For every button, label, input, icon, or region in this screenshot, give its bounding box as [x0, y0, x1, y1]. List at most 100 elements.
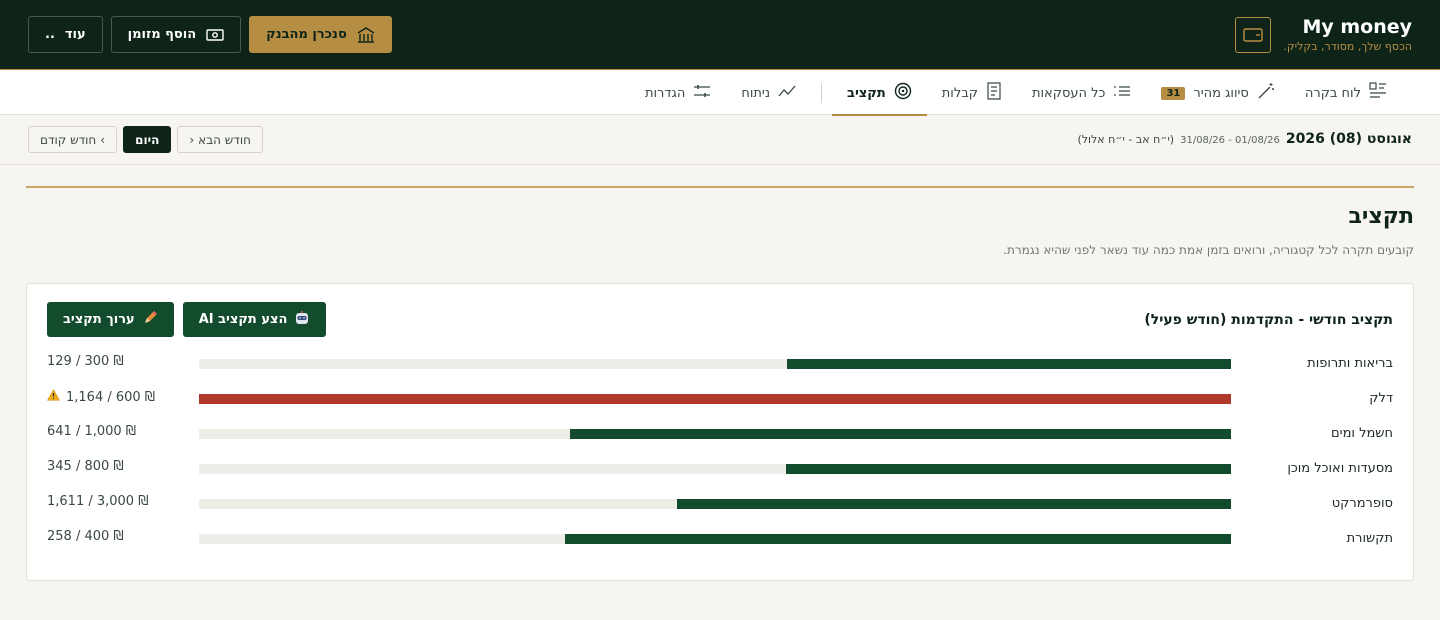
- sync-bank-label: סנכרן מהבנק: [266, 27, 347, 42]
- budget-row-label: בריאות ותרופות: [1307, 356, 1393, 371]
- budget-row[interactable]: בריאות ותרופות 129 / 300 ₪: [47, 346, 1393, 381]
- section-divider: [26, 186, 1414, 188]
- top-actions: עוד .. הוסף מזומן סנכרן מהבנק: [28, 16, 392, 53]
- tab-all-transactions-label: כל העסקאות: [1031, 85, 1106, 101]
- budget-icon: [894, 82, 912, 104]
- period-label: אוגוסט (08) 2026 01/08/26 - 31/08/26 (י״…: [1078, 131, 1412, 147]
- budget-row[interactable]: סופרמרקט 1,611 / 3,000 ₪: [47, 486, 1393, 521]
- wand-icon: [1257, 82, 1275, 104]
- budget-row-amount: 258 / 400 ₪: [47, 529, 124, 544]
- dashboard-icon: [1369, 82, 1387, 104]
- budget-row[interactable]: דלק 1,164 / 600 ₪: [47, 381, 1393, 416]
- robot-icon: [294, 310, 310, 330]
- budget-progress-fill: [787, 359, 1231, 369]
- budget-amount-text: 258 / 400 ₪: [47, 529, 124, 544]
- budget-row-amount: 1,164 / 600 ₪: [47, 389, 155, 405]
- prev-month-label: חודש קודם: [40, 132, 97, 147]
- tab-receipts-label: קבלות: [941, 85, 978, 101]
- budget-progress-track: [199, 464, 1231, 474]
- page-subtitle: קובעים תקרה לכל קטגוריה, ורואים בזמן אמת…: [1003, 243, 1414, 257]
- receipt-icon: [986, 82, 1002, 104]
- budget-row[interactable]: תקשורת 258 / 400 ₪: [47, 521, 1393, 556]
- pencil-icon: [142, 310, 158, 330]
- sync-bank-button[interactable]: סנכרן מהבנק: [249, 16, 392, 53]
- main-nav: לוח בקרה סיווג מהיר 31 כל העסקאות קבלות: [0, 71, 1440, 116]
- bank-icon: [357, 26, 375, 43]
- budget-progress-track: [199, 534, 1231, 544]
- edit-budget-label: ערוך תקציב: [63, 312, 135, 327]
- budget-progress-track: [199, 394, 1231, 404]
- brand[interactable]: My money הכסף שלך, מסודר, בקליק.: [1235, 16, 1412, 54]
- budget-progress-fill: [676, 499, 1231, 509]
- page-title: תקציב: [1348, 204, 1414, 229]
- tab-settings-label: הגדרות: [644, 85, 686, 101]
- ai-suggest-budget-label: הצע תקציב AI: [198, 312, 288, 327]
- budget-row-label: דלק: [1369, 391, 1393, 406]
- add-cash-label: הוסף מזומן: [127, 27, 197, 42]
- budget-card-actions: ערוך תקציב הצע תקציב AI: [47, 302, 327, 337]
- budget-progress-fill: [199, 394, 1231, 404]
- tab-analysis-label: ניתוח: [741, 85, 771, 101]
- budget-row-amount: 129 / 300 ₪: [47, 354, 124, 369]
- budget-progress-card: תקציב חודשי - התקדמות (חודש פעיל) ערוך ת…: [26, 283, 1414, 581]
- budget-row-amount: 345 / 800 ₪: [47, 459, 124, 474]
- budget-row-label: חשמל ומים: [1331, 426, 1393, 441]
- ai-suggest-budget-button[interactable]: הצע תקציב AI: [182, 302, 327, 337]
- budget-rows: בריאות ותרופות 129 / 300 ₪ דלק 1,164 / 600 …: [47, 346, 1393, 556]
- tab-all-transactions[interactable]: כל העסקאות: [1017, 71, 1146, 115]
- budget-row-amount: 641 / 1,000 ₪: [47, 424, 136, 439]
- chevron-right-icon: ›: [100, 132, 106, 147]
- nav-tabs: לוח בקרה סיווג מהיר 31 כל העסקאות קבלות: [630, 71, 1402, 116]
- tab-dashboard[interactable]: לוח בקרה: [1290, 71, 1402, 115]
- wallet-icon: [1235, 17, 1272, 53]
- budget-progress-fill: [785, 464, 1231, 474]
- budget-progress-track: [199, 429, 1231, 439]
- budget-progress-track: [199, 499, 1231, 509]
- cash-icon: [206, 28, 224, 42]
- dots-icon: ..: [45, 27, 55, 42]
- today-button[interactable]: היום: [123, 126, 172, 153]
- warning-icon: [47, 389, 60, 405]
- chevron-left-icon: ‹: [189, 132, 195, 147]
- budget-amount-text: 129 / 300 ₪: [47, 354, 124, 369]
- tab-quick-classify[interactable]: סיווג מהיר 31: [1146, 71, 1289, 115]
- tab-settings[interactable]: הגדרות: [630, 71, 726, 115]
- brand-subtitle: הכסף שלך, מסודר, בקליק.: [1283, 40, 1412, 53]
- prev-month-button[interactable]: › חודש קודם: [28, 126, 118, 153]
- tab-budget-label: תקציב: [847, 85, 886, 101]
- period-title: אוגוסט (08) 2026: [1285, 131, 1412, 147]
- top-bar: My money הכסף שלך, מסודר, בקליק. עוד .. …: [0, 0, 1440, 70]
- tab-receipts[interactable]: קבלות: [927, 71, 1017, 115]
- unclassified-count-badge: 31: [1161, 86, 1186, 100]
- more-label: עוד: [64, 27, 86, 42]
- next-month-button[interactable]: חודש הבא ‹: [177, 126, 263, 153]
- tab-dashboard-label: לוח בקרה: [1304, 85, 1361, 101]
- period-hebrew-date: (י״ח אב - י״ח אלול): [1077, 133, 1175, 146]
- edit-budget-button[interactable]: ערוך תקציב: [47, 302, 174, 337]
- budget-amount-text: 1,611 / 3,000 ₪: [47, 494, 149, 509]
- next-month-label: חודש הבא: [198, 132, 251, 147]
- budget-amount-text: 345 / 800 ₪: [47, 459, 124, 474]
- period-range: 01/08/26 - 31/08/26: [1180, 135, 1280, 146]
- budget-row[interactable]: חשמל ומים 641 / 1,000 ₪: [47, 416, 1393, 451]
- add-cash-button[interactable]: הוסף מזומן: [110, 16, 242, 53]
- budget-card-title: תקציב חודשי - התקדמות (חודש פעיל): [1144, 312, 1393, 328]
- budget-amount-text: 641 / 1,000 ₪: [47, 424, 137, 439]
- tab-analysis[interactable]: ניתוח: [726, 71, 811, 115]
- budget-progress-fill: [565, 534, 1231, 544]
- budget-row-label: תקשורת: [1346, 531, 1393, 546]
- budget-progress-fill: [569, 429, 1231, 439]
- budget-row[interactable]: מסעדות ואוכל מוכן 345 / 800 ₪: [47, 451, 1393, 486]
- tab-quick-classify-label: סיווג מהיר: [1193, 85, 1249, 101]
- budget-progress-track: [199, 359, 1231, 369]
- period-bar: אוגוסט (08) 2026 01/08/26 - 31/08/26 (י״…: [0, 115, 1440, 165]
- budget-row-label: מסעדות ואוכל מוכן: [1287, 461, 1393, 476]
- list-icon: [1113, 84, 1131, 102]
- budget-row-amount: 1,611 / 3,000 ₪: [47, 494, 148, 509]
- trend-icon: [778, 84, 796, 102]
- budget-row-label: סופרמרקט: [1331, 496, 1393, 511]
- budget-amount-text: 1,164 / 600 ₪: [66, 389, 156, 405]
- today-label: היום: [135, 132, 160, 147]
- tab-budget[interactable]: תקציב: [832, 71, 927, 116]
- more-button[interactable]: עוד ..: [28, 16, 103, 53]
